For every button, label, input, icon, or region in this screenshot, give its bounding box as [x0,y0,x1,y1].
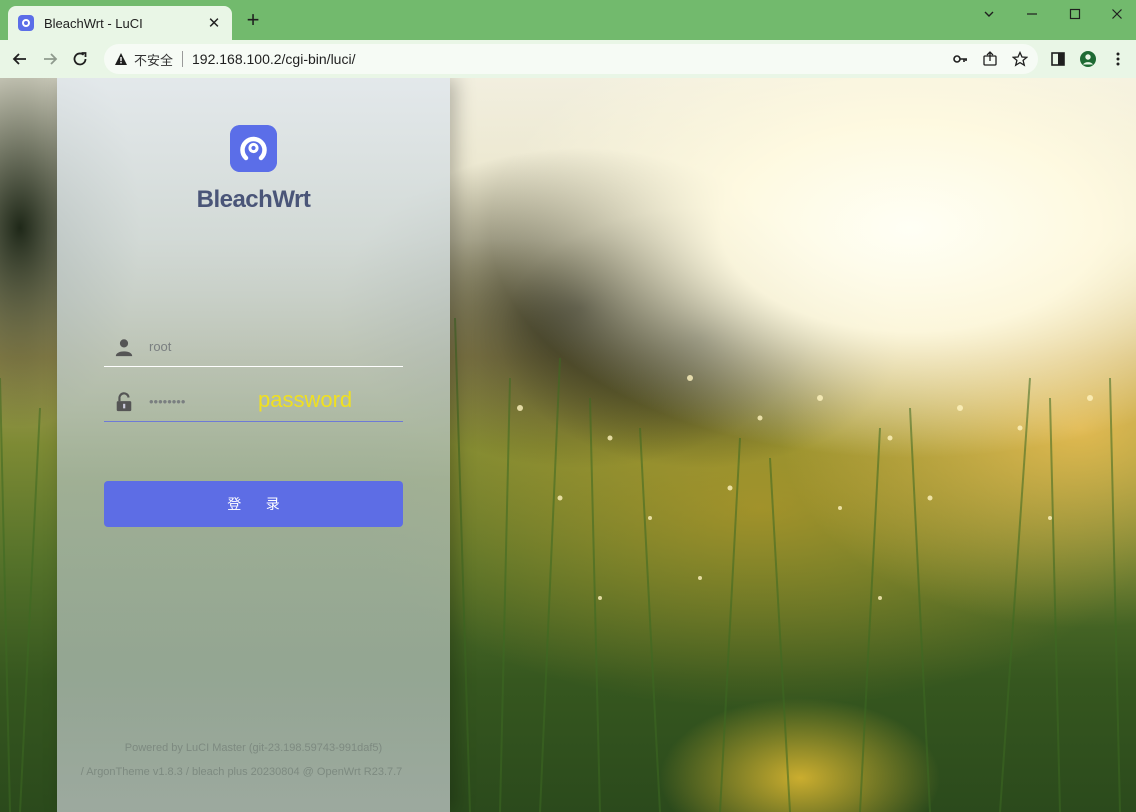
lock-icon [113,391,135,413]
reload-icon[interactable] [68,47,92,71]
password-input[interactable] [149,394,249,409]
footer-powered-by: Powered by LuCI Master (git-23.198.59743… [124,742,383,754]
side-panel-icon[interactable] [1048,49,1068,69]
login-panel: BleachWrt password 登 录 Powered by LuCI M… [57,78,450,812]
back-arrow-icon[interactable] [8,47,32,71]
security-status-label[interactable]: 不安全 [134,50,173,69]
browser-menu-icon[interactable] [1108,49,1128,69]
tab-search-chevron-icon[interactable] [969,0,1009,28]
warning-triangle-icon [115,53,127,65]
tab-title: BleachWrt - LuCI [44,15,143,31]
username-field[interactable] [104,327,403,367]
maximize-icon[interactable] [1055,0,1095,28]
address-bar[interactable]: 不安全 192.168.100.2/cgi-bin/luci/ [104,44,1038,74]
login-page-background: BleachWrt password 登 录 Powered by LuCI M… [0,78,1136,812]
new-tab-button[interactable]: + [243,8,263,32]
share-icon[interactable] [980,49,1000,69]
login-button[interactable]: 登 录 [104,481,403,527]
username-input[interactable] [149,339,249,354]
tab-close-icon[interactable]: ✕ [206,14,222,32]
brand-name: BleachWrt [196,186,311,213]
browser-tab[interactable]: BleachWrt - LuCI ✕ [8,6,232,40]
bookmark-star-icon[interactable] [1010,49,1030,69]
password-field[interactable] [104,382,403,422]
browser-titlebar: BleachWrt - LuCI ✕ + [0,0,1136,40]
minimize-icon[interactable] [1012,0,1052,28]
address-separator [182,51,184,67]
key-icon[interactable] [950,49,970,69]
footer-version-info: / ArgonTheme v1.8.3 / bleach plus 202308… [80,766,403,778]
bleachwrt-favicon-icon [18,15,34,31]
profile-avatar-icon[interactable] [1078,49,1098,69]
bleachwrt-logo-icon [230,125,277,172]
url-text[interactable]: 192.168.100.2/cgi-bin/luci/ [192,51,355,67]
close-window-icon[interactable] [1097,0,1136,28]
password-annotation: password [258,387,353,412]
browser-toolbar: 不安全 192.168.100.2/cgi-bin/luci/ [0,40,1136,78]
user-icon [113,336,135,358]
forward-arrow-icon[interactable] [38,47,62,71]
